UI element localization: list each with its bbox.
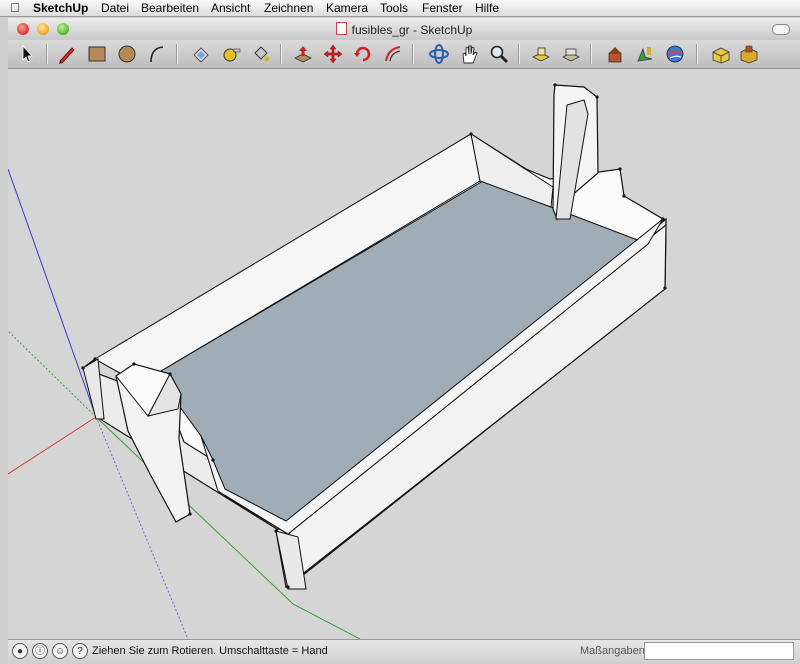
menu-fenster[interactable]: Fenster: [422, 1, 463, 15]
toolbar-separator: [46, 44, 48, 64]
select-tool-icon[interactable]: [16, 43, 38, 65]
menu-bearbeiten[interactable]: Bearbeiten: [141, 1, 199, 15]
main-toolbar: [8, 40, 800, 69]
menu-ansicht[interactable]: Ansicht: [211, 1, 250, 15]
toolbar-separator: [280, 44, 282, 64]
rotate-tool-icon[interactable]: [352, 43, 374, 65]
apple-menu-icon[interactable]: : [10, 0, 20, 15]
orbit-tool-icon[interactable]: [428, 43, 450, 65]
drawing-viewport[interactable]: [8, 69, 800, 639]
paint-bucket-tool-icon[interactable]: [250, 43, 272, 65]
zoom-tool-icon[interactable]: [488, 43, 510, 65]
geo-location-icon[interactable]: ●: [12, 643, 28, 659]
eraser-tool-icon[interactable]: [190, 43, 212, 65]
credits-icon[interactable]: ⓘ: [32, 643, 48, 659]
toolbar-separator: [412, 44, 414, 64]
get-models-tool-icon[interactable]: [604, 43, 626, 65]
circle-tool-icon[interactable]: [116, 43, 138, 65]
app-menu[interactable]: SketchUp: [33, 1, 88, 15]
user-sign-in-icon[interactable]: ☺: [52, 643, 68, 659]
menubar:  SketchUp Datei Bearbeiten Ansicht Zeic…: [0, 0, 800, 17]
rectangle-tool-icon[interactable]: [86, 43, 108, 65]
pan-tool-icon[interactable]: [458, 43, 480, 65]
measurements-label: Maßangaben: [580, 645, 645, 657]
google-earth-tool-icon[interactable]: [664, 43, 686, 65]
red-axis: [8, 416, 97, 475]
blue-axis: [8, 168, 97, 418]
pencil-line-tool-icon[interactable]: [56, 43, 78, 65]
model-canvas[interactable]: [8, 69, 800, 639]
help-icon[interactable]: ?: [72, 643, 88, 659]
window-title-text: fusibles_gr - SketchUp: [351, 23, 473, 37]
zoom-extents-tool-icon[interactable]: [530, 43, 552, 65]
menu-tools[interactable]: Tools: [380, 1, 408, 15]
toolbar-separator: [696, 44, 698, 64]
toolbar-separator: [590, 44, 592, 64]
green-axis-extension: [292, 603, 361, 639]
menu-kamera[interactable]: Kamera: [326, 1, 368, 15]
extension-warehouse-tool-icon[interactable]: [738, 43, 760, 65]
arc-tool-icon[interactable]: [146, 43, 168, 65]
document-icon: [335, 22, 347, 35]
menu-zeichnen[interactable]: Zeichnen: [264, 1, 313, 15]
window-titlebar[interactable]: fusibles_gr - SketchUp: [8, 18, 800, 41]
viewport-resize-marker: [796, 249, 800, 259]
status-message: Ziehen Sie zum Rotieren. Umschalttaste =…: [92, 645, 328, 657]
measurements-input[interactable]: [644, 642, 794, 660]
toolbar-toggle-button[interactable]: [772, 24, 790, 35]
toolbar-separator: [518, 44, 520, 64]
offset-tool-icon[interactable]: [382, 43, 404, 65]
status-bar: ● ⓘ ☺ ? Ziehen Sie zum Rotieren. Umschal…: [8, 639, 800, 664]
menu-datei[interactable]: Datei: [101, 1, 129, 15]
sketchup-window: fusibles_gr - SketchUp ● ⓘ ☺ ? Ziehen Si…: [8, 18, 800, 664]
move-tool-icon[interactable]: [322, 43, 344, 65]
menu-hilfe[interactable]: Hilfe: [475, 1, 499, 15]
previous-view-tool-icon[interactable]: [560, 43, 582, 65]
components-tool-icon[interactable]: [710, 43, 732, 65]
toolbar-separator: [176, 44, 178, 64]
tape-measure-tool-icon[interactable]: [220, 43, 242, 65]
window-title: fusibles_gr - SketchUp: [8, 22, 800, 37]
green-axis-negative: [8, 330, 97, 418]
share-model-tool-icon[interactable]: [634, 43, 656, 65]
push-pull-tool-icon[interactable]: [292, 43, 314, 65]
